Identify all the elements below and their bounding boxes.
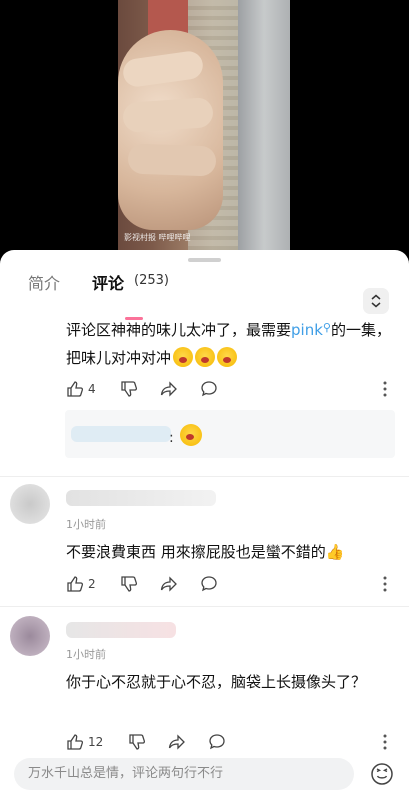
comment-input[interactable]: 万水千山总是情，评论两句行不行 (14, 758, 354, 790)
more-options-button[interactable] (382, 575, 388, 593)
search-link[interactable]: pink (291, 321, 323, 339)
face-emoji-icon (195, 347, 216, 367)
search-link-icon[interactable]: ⚲ (323, 321, 331, 334)
thumbs-down-icon (129, 734, 146, 750)
reply-author-blurred (71, 426, 171, 442)
face-emoji-icon (173, 347, 194, 367)
reply-button[interactable] (200, 575, 218, 593)
share-icon (160, 381, 177, 397)
crying-emoji-icon (180, 424, 203, 446)
thumbs-down-icon (121, 576, 138, 592)
reply-text: : (169, 424, 203, 446)
reply-colon: : (169, 430, 174, 446)
like-button[interactable]: 12 (66, 733, 103, 751)
comment-count: (253) (134, 273, 169, 288)
share-icon (168, 734, 185, 750)
thumbs-down-icon (121, 381, 138, 397)
share-button[interactable] (160, 575, 178, 593)
reply-preview[interactable]: : (65, 410, 395, 458)
share-button[interactable] (168, 733, 186, 751)
share-button[interactable] (160, 380, 178, 398)
thumbs-up-emoji-icon: 👍 (325, 543, 345, 561)
face-emoji-icon (217, 347, 238, 367)
dislike-button[interactable] (120, 575, 138, 593)
comment-text: 不要浪費東西 用來擦屁股也是蠻不錯的👍 (66, 538, 396, 566)
avatar[interactable] (10, 484, 50, 524)
emoji-button[interactable] (370, 762, 394, 786)
tab-comments[interactable]: 评论 (92, 270, 124, 294)
tab-bar: 简介 评论 (253) (0, 270, 409, 320)
chevron-up-down-icon (371, 294, 381, 308)
video-finger (127, 143, 217, 177)
chat-bubble-icon (209, 734, 225, 750)
comment-text: 评论区神神的味儿太冲了，最需要pink⚲的一集，把味儿对冲对冲 (66, 314, 396, 372)
more-vertical-icon (383, 734, 387, 750)
more-options-button[interactable] (382, 380, 388, 398)
username-blurred[interactable] (66, 490, 216, 506)
username-blurred[interactable] (66, 622, 176, 638)
comment-text-part: 不要浪費東西 用來擦屁股也是蠻不錯的 (66, 543, 326, 561)
like-button[interactable]: 2 (66, 575, 96, 593)
like-button[interactable]: 4 (66, 380, 96, 398)
dislike-button[interactable] (120, 380, 138, 398)
thumbs-up-icon (67, 381, 84, 397)
drag-handle[interactable] (188, 258, 221, 262)
avatar[interactable] (10, 616, 50, 656)
video-finger (122, 96, 214, 134)
reply-button[interactable] (200, 380, 218, 398)
video-frame (118, 0, 290, 255)
comment-actions: 2 (66, 575, 396, 597)
tab-intro[interactable]: 简介 (28, 270, 60, 294)
chat-bubble-icon (201, 576, 217, 592)
comment-text-part: 评论区神神的味儿太冲了，最需要 (66, 321, 292, 339)
comment-sheet: 简介 评论 (253) 评论区神神的味儿太冲了，最需要pink⚲的一集，把味儿对… (0, 250, 409, 800)
chat-bubble-icon (201, 381, 217, 397)
video-watermark: 影视村报 哔哩哔哩 (124, 233, 191, 242)
thumbs-up-icon (67, 734, 84, 750)
divider (0, 476, 409, 477)
like-count: 2 (88, 577, 96, 591)
more-options-button[interactable] (382, 733, 388, 751)
expand-collapse-button[interactable] (363, 288, 389, 314)
thumbs-up-icon (67, 576, 84, 592)
comment-time: 1小时前 (66, 518, 106, 531)
like-count: 12 (88, 735, 104, 749)
like-count: 4 (88, 382, 96, 396)
divider (0, 606, 409, 607)
comment-time: 1小时前 (66, 648, 106, 661)
comment-text: 你于心不忍就于心不忍，脑袋上长摄像头了？ (66, 673, 367, 691)
more-vertical-icon (383, 576, 387, 592)
reply-button[interactable] (208, 733, 226, 751)
video-curb (238, 0, 290, 255)
share-icon (160, 576, 177, 592)
video-player[interactable]: 影视村报 哔哩哔哩 (0, 0, 409, 255)
comment-input-bar: 万水千山总是情，评论两句行不行 (0, 750, 409, 800)
comment-actions: 4 (66, 380, 396, 402)
smiley-icon (371, 763, 393, 785)
dislike-button[interactable] (128, 733, 146, 751)
more-vertical-icon (383, 381, 387, 397)
